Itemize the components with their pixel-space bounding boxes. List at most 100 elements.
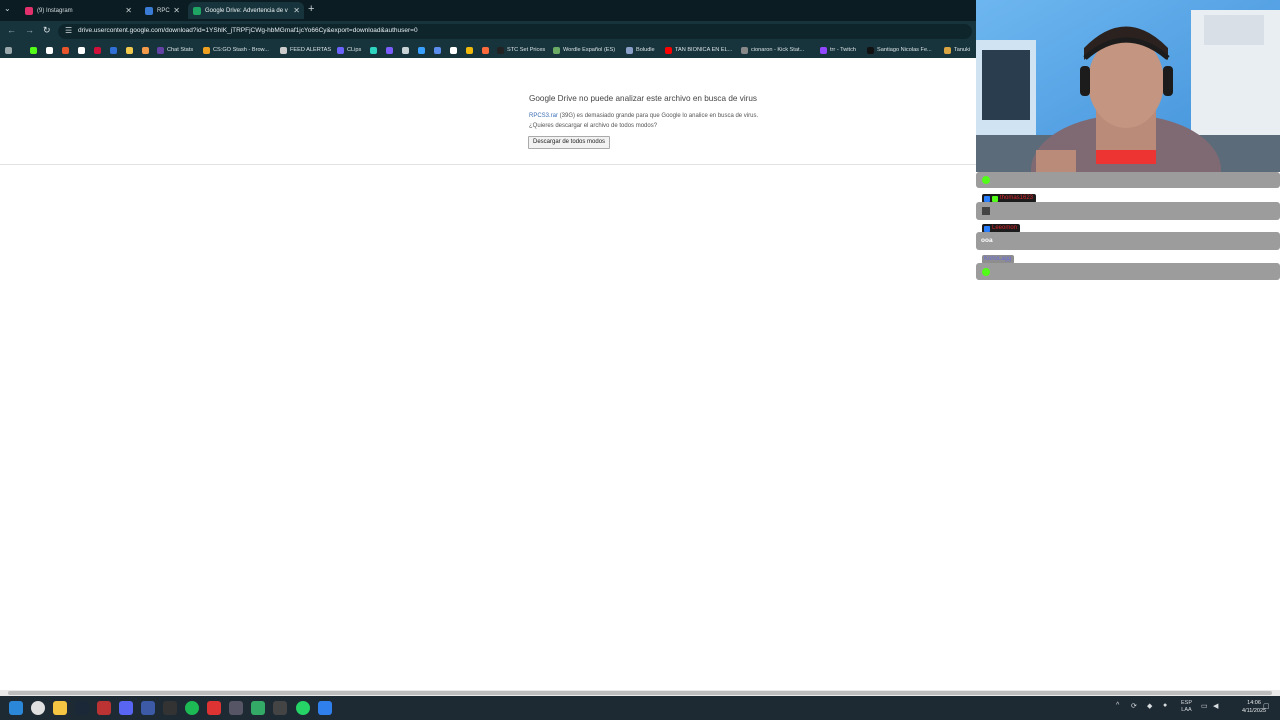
- whatsapp-icon[interactable]: [296, 701, 310, 715]
- close-icon[interactable]: ✕: [173, 6, 180, 15]
- notification-icon[interactable]: ▢: [1263, 702, 1270, 710]
- page-content: Google Drive no puede analizar este arch…: [0, 58, 976, 690]
- bookmark-icon[interactable]: [370, 44, 380, 56]
- warning-message: RPCS3.rar (39G) es demasiado grande para…: [529, 112, 759, 131]
- close-icon[interactable]: ✕: [125, 6, 132, 15]
- language-indicator[interactable]: ESP LAA: [1181, 700, 1192, 714]
- bookmark-wordle[interactable]: Wordle Español (ES): [553, 44, 615, 56]
- bookmark-icon[interactable]: [450, 44, 460, 56]
- download-anyway-button[interactable]: Descargar de todos modos: [528, 136, 611, 149]
- bookmark-icon[interactable]: [402, 44, 412, 56]
- display-icon[interactable]: ▭: [1201, 702, 1208, 710]
- bookmark-tanuki[interactable]: Tanuki: [944, 44, 970, 56]
- chevron-up-icon[interactable]: ^: [1116, 702, 1119, 709]
- back-icon[interactable]: ←: [7, 25, 16, 35]
- language-text: ESP: [1181, 700, 1193, 706]
- address-bar[interactable]: ☰ drive.usercontent.google.com/download?…: [58, 24, 972, 39]
- new-tab-button[interactable]: +: [308, 3, 314, 15]
- tab-google-drive[interactable]: Google Drive: Advertencia de v ✕: [188, 2, 304, 19]
- tab-label: RPC: [157, 7, 170, 14]
- network-icon[interactable]: ◆: [1147, 702, 1152, 710]
- app-icon[interactable]: [273, 701, 287, 715]
- bookmark-icon[interactable]: [78, 44, 88, 56]
- bookmark-icon: [553, 46, 560, 54]
- bookmark-icon: [337, 46, 344, 54]
- stream-chat-overlay: thomas1623 Leeomon ooa KohoLagg: [976, 172, 1280, 282]
- bookmark-icon[interactable]: [418, 44, 428, 56]
- bookmark-icon[interactable]: [466, 44, 476, 56]
- emote-icon: [982, 207, 990, 215]
- app-icon[interactable]: [251, 701, 265, 715]
- bookmark-tiktok[interactable]: Santiago Nicolas Fe...: [867, 44, 932, 56]
- instagram-icon: [25, 6, 33, 15]
- bookmark-label: trr - Twitch: [830, 47, 857, 53]
- badge-icon: [992, 195, 998, 202]
- site-info-icon[interactable]: ☰: [65, 26, 72, 35]
- tab-label: (9) Instagram: [37, 7, 73, 14]
- bookmark-icon[interactable]: [110, 44, 120, 56]
- chat-row: [976, 263, 1280, 280]
- app-icon[interactable]: [207, 701, 221, 715]
- chrome-icon[interactable]: [31, 701, 45, 715]
- bookmark-clips[interactable]: CLips: [337, 44, 361, 56]
- bookmark-icon[interactable]: [46, 44, 56, 56]
- file-name-link[interactable]: RPCS3.rar: [529, 113, 558, 119]
- bookmark-icon[interactable]: [126, 44, 136, 56]
- bookmark-chat-stats[interactable]: Chat Stats: [157, 44, 193, 56]
- sync-icon[interactable]: ⟳: [1131, 702, 1137, 710]
- tab-instagram[interactable]: (9) Instagram ✕: [20, 2, 136, 19]
- bookmark-twitch[interactable]: trr - Twitch: [820, 44, 856, 56]
- volume-icon[interactable]: ◀: [1213, 702, 1218, 710]
- settings-icon[interactable]: [229, 701, 243, 715]
- bookmark-icon[interactable]: [62, 44, 72, 56]
- twitch-icon: [820, 46, 827, 54]
- scrollbar-thumb[interactable]: [8, 691, 1272, 695]
- steam-icon[interactable]: [75, 701, 89, 715]
- google-drive-icon: [193, 6, 201, 15]
- mic-icon[interactable]: ●: [1163, 702, 1167, 709]
- reload-icon[interactable]: ↻: [43, 25, 51, 36]
- bookmark-icon[interactable]: [142, 44, 152, 56]
- youtube-icon: [665, 46, 672, 54]
- chat-message-text: ooa: [981, 237, 993, 244]
- bookmark-stc-set-prices[interactable]: STC Set Prices: [497, 44, 545, 56]
- tab-bar: ⌄ (9) Instagram ✕ RPC ✕ Google Drive: Ad…: [0, 0, 976, 21]
- forward-icon[interactable]: →: [25, 25, 34, 35]
- bookmark-csgo-stash[interactable]: CS:GO Stash - Brow...: [203, 44, 269, 56]
- bookmark-label: Tanuki: [954, 47, 971, 53]
- app-icon[interactable]: [141, 701, 155, 715]
- app-icon[interactable]: [318, 701, 332, 715]
- url-text[interactable]: drive.usercontent.google.com/download?id…: [78, 27, 418, 34]
- chat-row: ooa: [976, 232, 1280, 250]
- bookmark-icon[interactable]: [434, 44, 444, 56]
- bookmark-icon[interactable]: [386, 44, 396, 56]
- bookmark-boludle[interactable]: Boludle: [626, 44, 655, 56]
- spotify-icon[interactable]: [185, 701, 199, 715]
- bookmark-label: Boludle: [636, 47, 655, 53]
- bookmark-icon: [497, 46, 504, 54]
- browser-window: ⌄ (9) Instagram ✕ RPC ✕ Google Drive: Ad…: [0, 0, 976, 690]
- bookmark-icon[interactable]: [30, 44, 40, 56]
- obs-icon[interactable]: [163, 701, 177, 715]
- bookmark-tan-bionica[interactable]: TAN BIONICA EN EL...: [665, 44, 732, 56]
- discord-icon[interactable]: [119, 701, 133, 715]
- windows-start-icon[interactable]: [9, 701, 23, 715]
- apps-icon[interactable]: [5, 44, 15, 56]
- bookmark-label: Santiago Nicolas Fe...: [877, 47, 932, 53]
- bookmark-kick-stats[interactable]: cionaron - Kick Stat...: [741, 44, 804, 56]
- bookmark-feed-alertas[interactable]: FEED ALERTAS: [280, 44, 331, 56]
- file-explorer-icon[interactable]: [53, 701, 67, 715]
- bookmark-icon: [741, 46, 748, 54]
- time-text: 14:06: [1247, 700, 1261, 706]
- close-icon[interactable]: ✕: [293, 6, 300, 15]
- tab-search-icon[interactable]: ⌄: [4, 4, 11, 13]
- bookmark-icon[interactable]: [94, 44, 104, 56]
- bookmark-icon[interactable]: [482, 44, 492, 56]
- emote-icon: [982, 176, 990, 184]
- bookmark-label: CLips: [347, 47, 362, 53]
- bookmark-label: CS:GO Stash - Brow...: [213, 47, 269, 53]
- app-icon[interactable]: [97, 701, 111, 715]
- page-title: Google Drive no puede analizar este arch…: [529, 94, 758, 103]
- bookmark-label: TAN BIONICA EN EL...: [675, 47, 733, 53]
- tab-rpc[interactable]: RPC ✕: [140, 2, 184, 19]
